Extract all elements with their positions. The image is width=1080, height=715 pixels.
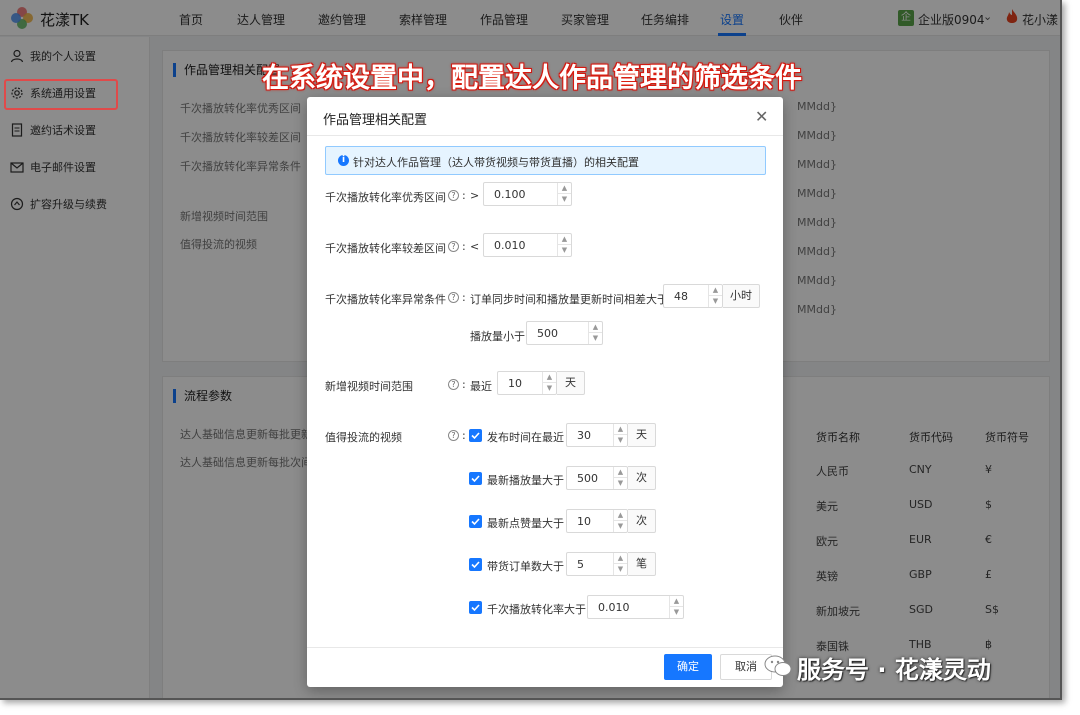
- operator-lt: <: [470, 240, 480, 253]
- stepper[interactable]: ▲ ▼: [613, 553, 627, 575]
- colon: :: [462, 189, 466, 202]
- divider: [307, 135, 783, 136]
- condition-label: 最新播放量大于: [487, 474, 564, 487]
- new-video-label: 新增视频时间范围: [325, 380, 413, 393]
- prefix-recent: 最近: [470, 380, 492, 393]
- abnormal-plays-input[interactable]: 500 ▲ ▼: [526, 321, 603, 345]
- stepper[interactable]: ▲ ▼: [613, 510, 627, 532]
- condition-input[interactable]: 500 ▲ ▼: [566, 466, 628, 490]
- stepper[interactable]: ▲ ▼: [588, 322, 602, 344]
- new-video-days-input[interactable]: 10 ▲ ▼: [497, 371, 557, 395]
- unit-days: 天: [557, 371, 585, 395]
- checkbox-checked[interactable]: [469, 472, 482, 485]
- condition-input[interactable]: 0.010 ▲ ▼: [587, 595, 684, 619]
- input-value: 48: [674, 290, 688, 303]
- app-window: 花漾TK 首页 达人管理 邀约管理 索样管理 作品管理 买家管理 任务编排 设置…: [0, 0, 1062, 700]
- condition-unit: 次: [628, 466, 656, 490]
- condition-input[interactable]: 30 ▲ ▼: [566, 423, 628, 447]
- condition-label: 带货订单数大于: [487, 560, 564, 573]
- input-value: 10: [577, 515, 591, 528]
- poor-label: 千次播放转化率较差区间: [325, 242, 446, 255]
- colon: :: [462, 429, 466, 442]
- stepper[interactable]: ▲ ▼: [708, 285, 722, 307]
- input-value: 500: [577, 472, 598, 485]
- annotation-banner: 在系统设置中，配置达人作品管理的筛选条件: [262, 63, 802, 94]
- excellent-label: 千次播放转化率优秀区间: [325, 191, 446, 204]
- colon: :: [462, 291, 466, 304]
- input-value: 5: [577, 558, 584, 571]
- stepper[interactable]: ▲ ▼: [542, 372, 556, 394]
- condition-unit: 次: [628, 509, 656, 533]
- help-icon[interactable]: ?: [448, 430, 459, 441]
- condition-label: 发布时间在最近: [487, 431, 564, 444]
- condition-input[interactable]: 5 ▲ ▼: [566, 552, 628, 576]
- info-icon: i: [338, 155, 349, 166]
- excellent-input[interactable]: 0.100 ▲ ▼: [483, 182, 572, 206]
- stepper[interactable]: ▲ ▼: [557, 183, 571, 205]
- watermark-text: 服务号 · 花漾灵动: [797, 656, 991, 684]
- checkbox-checked[interactable]: [469, 515, 482, 528]
- close-icon[interactable]: ✕: [755, 107, 768, 126]
- input-value: 30: [577, 429, 591, 442]
- check-icon: [471, 518, 480, 526]
- condition-unit: 笔: [628, 552, 656, 576]
- highlight-box: [4, 79, 118, 110]
- stepper[interactable]: ▲ ▼: [669, 596, 683, 618]
- help-icon[interactable]: ?: [448, 190, 459, 201]
- stepper[interactable]: ▲ ▼: [613, 424, 627, 446]
- help-icon[interactable]: ?: [448, 241, 459, 252]
- help-icon[interactable]: ?: [448, 292, 459, 303]
- condition-label: 最新点赞量大于: [487, 517, 564, 530]
- config-dialog: 作品管理相关配置 ✕ i 针对达人作品管理（达人带货视频与带货直播）的相关配置 …: [307, 97, 783, 687]
- checkbox-checked[interactable]: [469, 558, 482, 571]
- abnormal-label: 千次播放转化率异常条件: [325, 293, 446, 306]
- check-icon: [471, 475, 480, 483]
- input-value: 0.100: [494, 188, 526, 201]
- check-icon: [471, 561, 480, 569]
- ok-button[interactable]: 确定: [664, 654, 712, 680]
- condition-label: 千次播放转化率大于: [487, 603, 586, 616]
- check-icon: [471, 432, 480, 440]
- checkbox-checked[interactable]: [469, 601, 482, 614]
- dialog-title: 作品管理相关配置: [323, 113, 428, 128]
- abnormal-cond2: 播放量小于: [470, 330, 525, 343]
- worth-label: 值得投流的视频: [325, 431, 402, 444]
- condition-input[interactable]: 10 ▲ ▼: [566, 509, 628, 533]
- operator-gt: >: [470, 189, 480, 202]
- check-icon: [471, 604, 480, 612]
- abnormal-hours-input[interactable]: 48 ▲ ▼: [663, 284, 723, 308]
- input-value: 10: [508, 377, 522, 390]
- colon: :: [462, 240, 466, 253]
- info-alert: i 针对达人作品管理（达人带货视频与带货直播）的相关配置: [325, 146, 766, 175]
- help-icon[interactable]: ?: [448, 379, 459, 390]
- divider: [307, 647, 783, 648]
- checkbox-checked[interactable]: [469, 429, 482, 442]
- stepper[interactable]: ▲ ▼: [613, 467, 627, 489]
- input-value: 0.010: [494, 239, 526, 252]
- input-value: 500: [537, 327, 558, 340]
- unit-hours: 小时: [723, 284, 760, 308]
- colon: :: [462, 378, 466, 391]
- stepper[interactable]: ▲ ▼: [557, 234, 571, 256]
- abnormal-cond1: 订单同步时间和播放量更新时间相差大于: [470, 293, 668, 306]
- condition-unit: 天: [628, 423, 656, 447]
- info-text: 针对达人作品管理（达人带货视频与带货直播）的相关配置: [353, 156, 639, 169]
- wechat-icon: [764, 655, 792, 676]
- poor-input[interactable]: 0.010 ▲ ▼: [483, 233, 572, 257]
- input-value: 0.010: [598, 601, 630, 614]
